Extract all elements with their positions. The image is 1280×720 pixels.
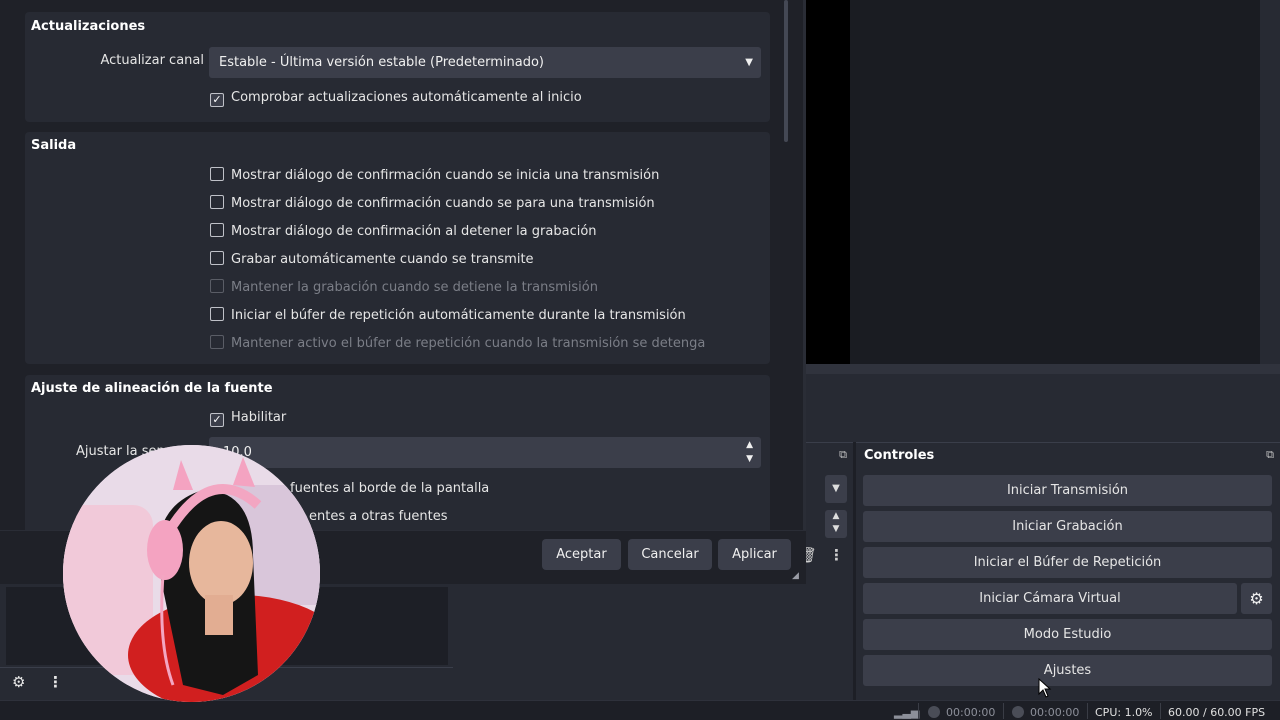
snap-sensitivity-spinbox[interactable]: 10.0 ▲ ▼ [209,437,761,468]
snapping-title: Ajuste de alineación de la fuente [31,381,273,396]
mouse-cursor-icon [1038,678,1052,698]
snap-other-sources-label: entes a otras fuentes [309,509,448,524]
enable-snapping-label: Habilitar [231,410,287,425]
studio-mode-button[interactable]: Modo Estudio [863,619,1272,650]
checkbox-icon [210,167,224,181]
keep-replay-buffer-checkbox: Mantener activo el búfer de repetición c… [210,335,705,353]
checkbox-label: Mantener activo el búfer de repetición c… [231,336,706,351]
auto-replay-buffer-checkbox[interactable]: Iniciar el búfer de repetición automátic… [210,307,686,325]
update-channel-select[interactable]: Estable - Última versión estable (Predet… [209,47,761,78]
output-title: Salida [31,138,77,153]
confirm-start-stream-checkbox[interactable]: Mostrar diálogo de confirmación cuando s… [210,167,659,185]
start-recording-button[interactable]: Iniciar Grabación [863,511,1272,542]
checkbox-label: Mostrar diálogo de confirmación al deten… [231,224,597,239]
start-streaming-button[interactable]: Iniciar Transmisión [863,475,1272,506]
webcam-person-image [63,445,320,702]
update-channel-label: Actualizar canal [100,53,204,68]
chevron-down-icon[interactable]: ▼ [825,475,847,503]
updates-title: Actualizaciones [31,19,146,34]
more-vertical-icon[interactable]: ⋮ [829,546,844,564]
auto-check-updates-checkbox[interactable]: ✓ Comprobar actualizaciones automáticamen… [210,90,582,108]
stream-time-text: 00:00:00 [946,706,996,719]
start-replay-buffer-button[interactable]: Iniciar el Búfer de Repetición [863,547,1272,578]
controls-dock: Controles ⧉ Iniciar Transmisión Iniciar … [856,442,1280,700]
auto-check-updates-label: Comprobar actualizaciones automáticament… [231,90,582,105]
updates-group: Actualizaciones Actualizar canal Estable… [25,12,770,122]
snap-other-sources-checkbox[interactable]: entes a otras fuentes [309,509,448,527]
confirm-stop-stream-checkbox[interactable]: Mostrar diálogo de confirmación cuando s… [210,195,655,213]
controls-title: Controles [864,448,935,463]
chevron-down-icon: ▼ [745,57,753,68]
filters-icon[interactable]: ⚙ [12,673,25,691]
record-time: 00:00:00 [1012,706,1079,719]
keep-recording-checkbox: Mantener la grabación cuando se detiene … [210,279,598,297]
snap-screen-edge-label: fuentes al borde de la pantalla [290,481,490,496]
checkbox-label: Grabar automáticamente cuando se transmi… [231,252,534,267]
divider [918,703,919,719]
start-virtual-camera-button[interactable]: Iniciar Cámara Virtual [863,583,1237,614]
checkbox-label: Iniciar el búfer de repetición automátic… [231,308,686,323]
preview-area [850,0,1260,364]
status-bar: ▂▃▅ 00:00:00 00:00:00 CPU: 1.0% 60.00 / … [0,700,1280,720]
accept-button[interactable]: Aceptar [542,539,621,570]
checkbox-icon [210,195,224,209]
confirm-stop-recording-checkbox[interactable]: Mostrar diálogo de confirmación al deten… [210,223,597,241]
record-time-text: 00:00:00 [1030,706,1080,719]
stream-status-icon [928,706,940,718]
cpu-usage: CPU: 1.0% [1095,706,1153,719]
checkbox-icon [210,307,224,321]
fps-readout: 60.00 / 60.00 FPS [1168,706,1266,719]
dialog-border [803,0,806,584]
resize-grip-icon[interactable]: ◢ [792,571,799,581]
more-vertical-icon[interactable]: ⋮ [48,673,63,691]
webcam-overlay [63,445,320,702]
checkbox-icon [210,279,224,293]
checkbox-icon [210,223,224,237]
signal-icon: ▂▃▅ [894,706,920,719]
apply-button[interactable]: Aplicar [718,539,791,570]
cancel-button[interactable]: Cancelar [628,539,712,570]
settings-button[interactable]: Ajustes [863,655,1272,686]
stream-time: 00:00:00 [928,706,995,719]
divider [1003,703,1004,719]
preview-margin [1260,0,1280,364]
record-status-icon [1012,706,1024,718]
checkbox-icon [210,335,224,349]
scrollbar-thumb[interactable] [784,0,788,142]
snap-screen-edge-checkbox[interactable]: fuentes al borde de la pantalla [290,481,489,499]
checkbox-checked-icon: ✓ [210,413,224,427]
checkbox-label: Mostrar diálogo de confirmación cuando s… [231,196,655,211]
divider [1160,703,1161,719]
auto-record-checkbox[interactable]: Grabar automáticamente cuando se transmi… [210,251,534,269]
checkbox-label: Mostrar diálogo de confirmación cuando s… [231,168,660,183]
gear-icon[interactable]: ⚙ [1241,583,1272,614]
checkbox-icon [210,251,224,265]
settings-scroll-area: Actualizaciones Actualizar canal Estable… [18,0,776,530]
enable-snapping-checkbox[interactable]: ✓ Habilitar [210,410,286,428]
spin-arrows-icon[interactable]: ▲ ▼ [746,438,753,466]
checkbox-checked-icon: ✓ [210,93,224,107]
checkbox-label: Mantener la grabación cuando se detiene … [231,280,598,295]
divider [1087,703,1088,719]
preview-canvas [806,0,850,364]
spin-arrows-icon[interactable]: ▲ ▼ [825,510,847,538]
dock-float-icon[interactable]: ⧉ [839,448,847,462]
output-group: Salida Mostrar diálogo de confirmación c… [25,132,770,364]
update-channel-value: Estable - Última versión estable (Predet… [219,55,544,70]
dock-float-icon[interactable]: ⧉ [1266,448,1274,462]
preview-bottom-area [806,364,1280,442]
